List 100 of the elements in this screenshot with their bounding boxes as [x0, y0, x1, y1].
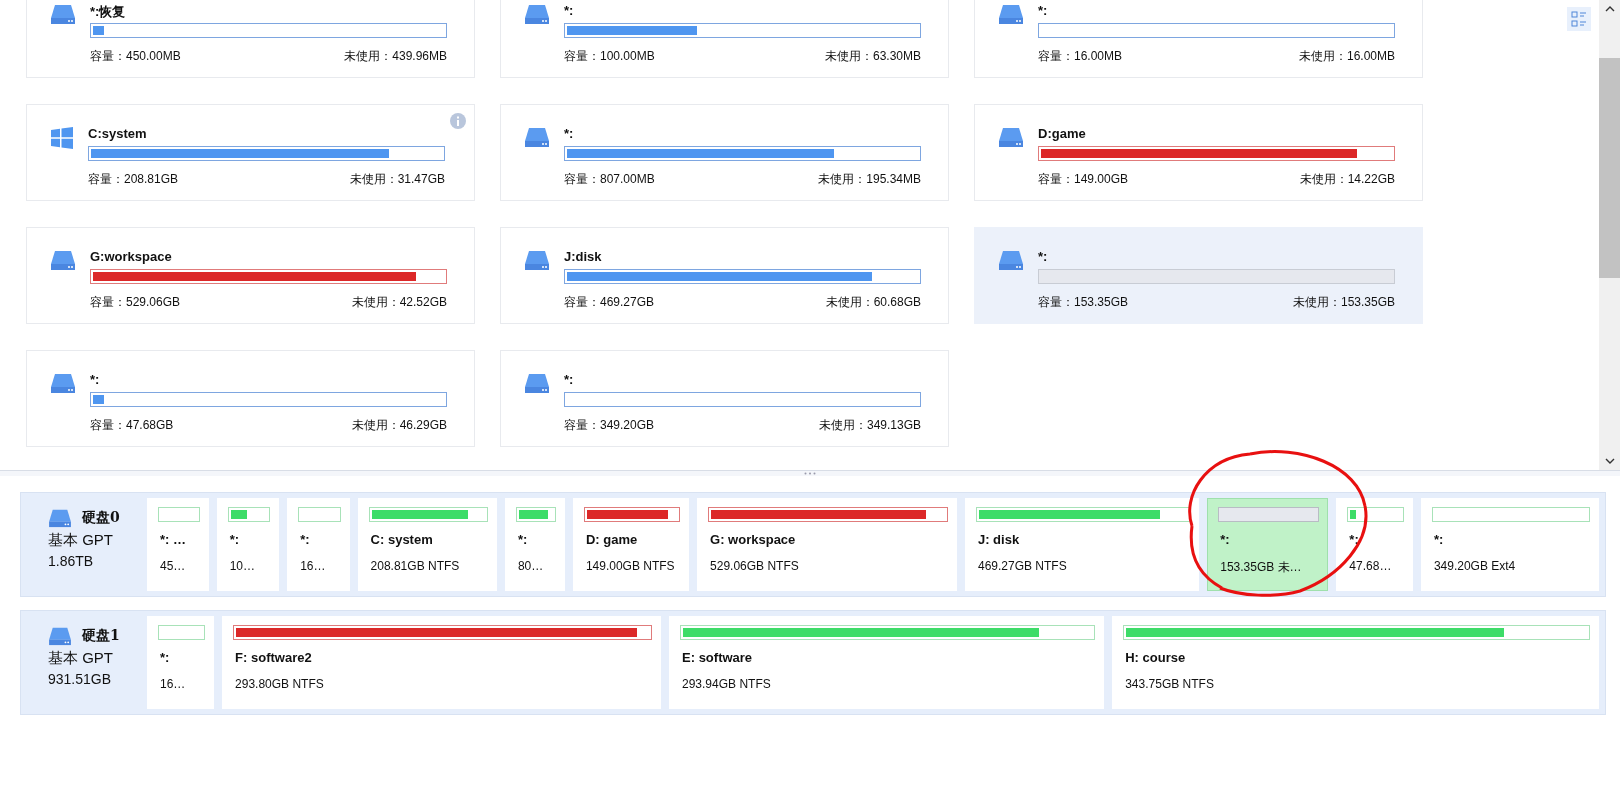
partition-card[interactable]: C:system 容量：208.81GB 未使用：31.47GB	[26, 104, 475, 201]
partition-label: *:	[300, 532, 311, 547]
partition-card[interactable]: *: 容量：16.00MB 未使用：16.00MB	[974, 0, 1423, 78]
unused-text: 未使用：349.13GB	[818, 417, 921, 434]
capacity-text: 容量：349.20GB	[564, 417, 655, 434]
partition-block[interactable]: J: disk 469.27GB NTFS	[964, 498, 1200, 591]
drive-icon	[48, 508, 72, 528]
partition-detail: 349.20GB Ext4	[1433, 559, 1517, 573]
scroll-down-icon[interactable]	[1604, 458, 1615, 464]
capacity-text: 容量：16.00MB	[1038, 48, 1123, 65]
unused-text: 未使用：16.00MB	[1298, 48, 1395, 65]
partition-detail: 80…	[517, 559, 545, 573]
partition-card[interactable]: *:恢复 容量：450.00MB 未使用：439.96MB	[26, 0, 475, 78]
disk-size: 1.86TB	[48, 553, 95, 569]
capacity-text: 容量：100.00MB	[564, 48, 655, 65]
scrollbar[interactable]	[1599, 0, 1620, 470]
drive-icon	[50, 3, 76, 25]
partition-card[interactable]: *: 容量：349.20GB 未使用：349.13GB	[500, 350, 949, 447]
partition-label: *:	[517, 532, 529, 547]
partition-block[interactable]: *: 349.20GB Ext4	[1420, 498, 1599, 591]
list-view-icon[interactable]	[1567, 7, 1591, 31]
partition-detail: 529.06GB NTFS	[710, 559, 800, 573]
partition-block[interactable]: *: 10…	[216, 498, 280, 591]
unused-text: 未使用：63.30MB	[824, 48, 921, 65]
partition-card[interactable]: D:game 容量：149.00GB 未使用：14.22GB	[974, 104, 1423, 201]
capacity-text: 容量：469.27GB	[564, 294, 655, 311]
unused-text: 未使用：46.29GB	[351, 417, 447, 434]
partition-card[interactable]: G:workspace 容量：529.06GB 未使用：42.52GB	[26, 227, 475, 324]
partition-block[interactable]: E: software 293.94GB NTFS	[669, 616, 1105, 709]
capacity-text: 容量：807.00MB	[564, 171, 655, 188]
partition-title: G:workspace	[90, 249, 173, 266]
drive-icon	[998, 126, 1024, 148]
partition-label: H: course	[1125, 650, 1187, 665]
partition-card[interactable]: *: 容量：153.35GB 未使用：153.35GB	[974, 227, 1423, 324]
drive-icon	[524, 126, 550, 148]
capacity-text: 容量：450.00MB	[90, 48, 181, 65]
partition-label: G: workspace	[710, 532, 797, 547]
unused-text: 未使用：60.68GB	[825, 294, 921, 311]
partition-title: *:	[564, 126, 575, 143]
partition-block[interactable]: *: 153.35GB 未…	[1207, 498, 1329, 591]
windows-icon	[50, 126, 74, 150]
drive-icon	[48, 626, 72, 646]
partition-block[interactable]: *: 80…	[504, 498, 565, 591]
partition-block[interactable]: *: 16…	[287, 498, 350, 591]
drive-icon	[524, 249, 550, 271]
partition-detail: 10…	[229, 559, 256, 573]
partition-card[interactable]: J:disk 容量：469.27GB 未使用：60.68GB	[500, 227, 949, 324]
partition-detail: 47.68…	[1349, 559, 1393, 573]
unused-text: 未使用：14.22GB	[1299, 171, 1395, 188]
disk-type: 基本 GPT	[48, 649, 114, 668]
partition-block[interactable]: F: software2 293.80GB NTFS	[222, 616, 661, 709]
partition-card[interactable]: *: 容量：100.00MB 未使用：63.30MB	[500, 0, 949, 78]
partition-block[interactable]: C: system 208.81GB NTFS	[357, 498, 497, 591]
partition-block[interactable]: D: game 149.00GB NTFS	[572, 498, 690, 591]
unused-text: 未使用：31.47GB	[349, 171, 445, 188]
drive-icon	[998, 3, 1024, 25]
partition-label: C: system	[370, 532, 434, 547]
partition-block[interactable]: H: course 343.75GB NTFS	[1112, 616, 1599, 709]
partition-detail: 469.27GB NTFS	[977, 559, 1068, 573]
info-icon[interactable]	[450, 113, 466, 129]
scroll-thumb[interactable]	[1599, 58, 1620, 278]
drive-icon	[524, 3, 550, 25]
partition-label: J: disk	[977, 532, 1021, 547]
partition-block[interactable]: *: 16…	[147, 616, 215, 709]
capacity-text: 容量：47.68GB	[90, 417, 174, 434]
splitter-grip-icon[interactable]	[804, 472, 816, 475]
disk-name: 硬盘0	[82, 509, 120, 527]
partition-block[interactable]: *: … 45…	[147, 498, 209, 591]
partition-detail: 293.80GB NTFS	[235, 677, 325, 691]
drive-icon	[50, 372, 76, 394]
partition-detail: 45…	[160, 559, 187, 573]
partition-card[interactable]: *: 容量：47.68GB 未使用：46.29GB	[26, 350, 475, 447]
partition-detail: 16…	[300, 559, 327, 573]
capacity-text: 容量：529.06GB	[90, 294, 181, 311]
partition-title: C:system	[88, 126, 148, 143]
partition-title: D:game	[1038, 126, 1087, 143]
capacity-text: 容量：149.00GB	[1038, 171, 1129, 188]
partition-label: D: game	[585, 532, 639, 547]
partition-title: *:	[1038, 3, 1049, 20]
partition-label: *:	[229, 532, 241, 547]
disk-size: 931.51GB	[48, 671, 113, 687]
disk-type: 基本 GPT	[48, 531, 114, 550]
partition-card[interactable]: *: 容量：807.00MB 未使用：195.34MB	[500, 104, 949, 201]
partition-title: *:恢复	[90, 3, 127, 21]
partition-title: *:	[90, 372, 101, 389]
partition-label: F: software2	[235, 650, 313, 665]
unused-text: 未使用：195.34MB	[818, 171, 921, 188]
partition-block[interactable]: G: workspace 529.06GB NTFS	[697, 498, 957, 591]
partition-label: *:	[1433, 532, 1445, 547]
unused-text: 未使用：42.52GB	[351, 294, 447, 311]
partition-label: E: software	[682, 650, 754, 665]
partition-detail: 149.00GB NTFS	[585, 559, 676, 573]
partition-detail: 343.75GB NTFS	[1125, 677, 1215, 691]
drive-icon	[50, 249, 76, 271]
partition-detail: 208.81GB NTFS	[370, 559, 461, 573]
scroll-up-icon[interactable]	[1604, 6, 1615, 12]
drive-icon	[998, 249, 1024, 271]
capacity-text: 容量：153.35GB	[1038, 294, 1129, 311]
partition-title: J:disk	[564, 249, 603, 266]
partition-detail: 153.35GB 未…	[1220, 559, 1303, 576]
